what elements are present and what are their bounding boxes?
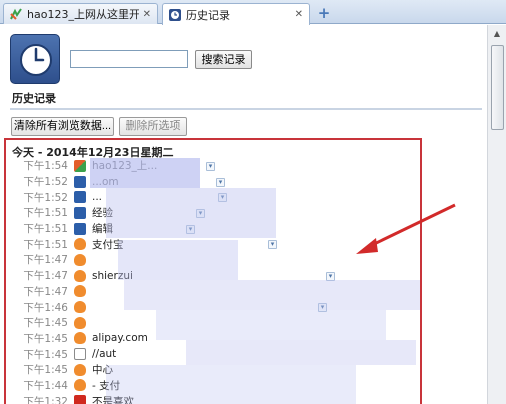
page-title-link[interactable]: ... — [92, 191, 102, 203]
baidu-paw-icon — [74, 206, 86, 219]
close-icon[interactable]: ✕ — [295, 9, 303, 20]
page-title: 历史记录 — [10, 90, 482, 110]
row-menu-dropdown-icon[interactable]: ▾ — [206, 162, 215, 171]
visit-time: 下午1:45 — [23, 364, 68, 377]
shield-icon — [74, 332, 86, 345]
visit-time: 下午1:47 — [23, 285, 68, 298]
visit-time: 下午1:45 — [23, 317, 68, 330]
hao123-icon — [74, 159, 86, 172]
blurred-region — [90, 158, 200, 188]
baidu-paw-icon — [74, 222, 86, 235]
shield-icon — [74, 379, 86, 392]
new-tab-icon[interactable]: + — [316, 5, 332, 21]
row-menu-dropdown-icon[interactable]: ▾ — [216, 177, 225, 187]
tab-label: hao123_上网从这里开始 — [27, 8, 139, 21]
visit-time: 下午1:54 — [23, 160, 68, 173]
annotation-arrow-icon — [356, 203, 456, 254]
blurred-region — [124, 280, 420, 310]
document-icon — [74, 348, 86, 361]
visit-time: 下午1:45 — [23, 332, 68, 345]
hao123-icon — [10, 8, 22, 20]
delete-selected-button[interactable]: 删除所选项 — [119, 117, 187, 136]
tab-label: 历史记录 — [186, 8, 230, 22]
red-site-icon — [74, 395, 86, 404]
history-row[interactable]: 下午1:54hao123_上...▾ — [6, 158, 420, 174]
tab-hao123[interactable]: hao123_上网从这里开始 ✕ — [3, 3, 158, 24]
shield-icon — [74, 316, 86, 329]
clock-icon — [169, 8, 181, 21]
visit-time: 下午1:47 — [23, 270, 68, 283]
baidu-paw-icon — [74, 175, 86, 188]
visit-time: 下午1:52 — [23, 191, 68, 204]
shield-icon — [74, 285, 86, 298]
scroll-up-icon[interactable]: ▲ — [490, 27, 504, 41]
visit-time: 下午1:52 — [23, 176, 68, 189]
baidu-paw-icon — [74, 191, 86, 204]
scroll-thumb[interactable] — [491, 45, 504, 130]
blurred-region — [106, 365, 356, 404]
visit-time: 下午1:45 — [23, 348, 68, 361]
page-title-link[interactable]: //aut — [92, 348, 116, 360]
page-title-link[interactable]: alipay.com — [92, 332, 148, 344]
history-clock-icon — [10, 34, 60, 84]
blurred-region — [118, 240, 238, 280]
shield-icon — [74, 301, 86, 314]
clear-browsing-data-button[interactable]: 清除所有浏览数据... — [11, 117, 114, 136]
shield-icon — [74, 269, 86, 282]
blurred-region — [106, 188, 276, 238]
visit-time: 下午1:47 — [23, 254, 68, 267]
shield-icon — [74, 253, 86, 266]
visit-time: 下午1:44 — [23, 379, 68, 392]
visit-time: 下午1:32 — [23, 395, 68, 404]
blurred-region — [186, 340, 416, 365]
search-input[interactable] — [70, 50, 188, 68]
scrollbar[interactable]: ▲ — [487, 25, 506, 404]
history-list: 今天 - 2014年12月23日星期二 下午1:54hao123_上...▾下午… — [4, 138, 422, 404]
shield-icon — [74, 363, 86, 376]
visit-time: 下午1:51 — [23, 223, 68, 236]
visit-time: 下午1:51 — [23, 207, 68, 220]
day-header: 今天 - 2014年12月23日星期二 — [12, 146, 174, 159]
tab-strip: hao123_上网从这里开始 ✕ 历史记录 ✕ + — [0, 0, 506, 25]
visit-time: 下午1:51 — [23, 238, 68, 251]
tab-history[interactable]: 历史记录 ✕ — [162, 3, 310, 25]
blurred-region — [156, 310, 386, 340]
row-menu-dropdown-icon[interactable]: ▾ — [268, 240, 277, 250]
search-history-button[interactable]: 搜索记录 — [195, 50, 252, 69]
close-icon[interactable]: ✕ — [143, 9, 151, 20]
visit-time: 下午1:46 — [23, 301, 68, 314]
shield-icon — [74, 238, 86, 251]
